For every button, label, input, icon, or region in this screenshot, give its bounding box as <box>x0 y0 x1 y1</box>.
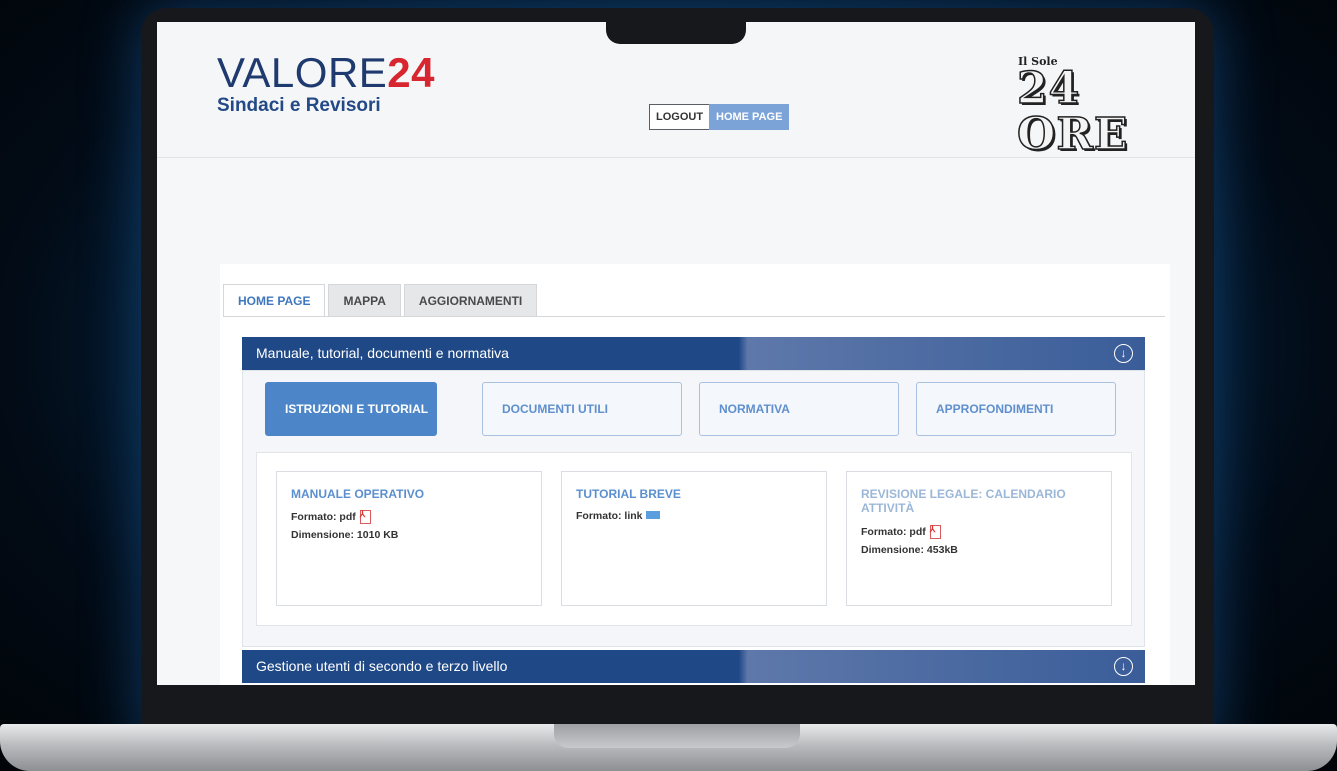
category-normativa[interactable]: NORMATIVA <box>699 382 899 436</box>
publisher-logo: 24 ORE <box>1016 63 1129 160</box>
link-icon <box>645 511 660 519</box>
tabs-divider <box>223 316 1165 317</box>
logo-subtitle: Sindaci e Revisori <box>217 95 381 116</box>
tab-mappa[interactable]: MAPPA <box>328 284 401 317</box>
category-approfondimenti[interactable]: APPROFONDIMENTI <box>916 382 1116 436</box>
document-size: Dimensione: 1010 KB <box>291 529 399 541</box>
tab-home-page[interactable]: HOME PAGE <box>223 284 326 317</box>
logo-text: VALORE <box>217 49 388 96</box>
document-card-tutorial[interactable]: TUTORIAL BREVE Formato: link <box>561 471 827 606</box>
document-format: Formato: link <box>576 510 660 522</box>
category-istruzioni-tutorial[interactable]: ISTRUZIONI E TUTORIAL <box>265 382 437 436</box>
chevron-down-circle-icon[interactable]: ↓ <box>1114 344 1133 363</box>
document-format: Formato: pdf <box>291 509 371 524</box>
main-tabs: HOME PAGE MAPPA AGGIORNAMENTI <box>223 284 540 318</box>
document-card-revisione[interactable]: REVISIONE LEGALE: CALENDARIO ATTIVITÀ Fo… <box>846 471 1112 606</box>
document-format: Formato: pdf <box>861 524 941 539</box>
laptop-base-groove <box>554 724 800 748</box>
section-title: Gestione utenti di secondo e terzo livel… <box>256 658 508 674</box>
chevron-down-circle-icon[interactable]: ↓ <box>1114 657 1133 676</box>
section-header-gestione-utenti[interactable]: Gestione utenti di secondo e terzo livel… <box>242 650 1145 683</box>
category-documenti-utili[interactable]: DOCUMENTI UTILI <box>482 382 682 436</box>
pdf-icon <box>359 509 371 524</box>
document-title[interactable]: REVISIONE LEGALE: CALENDARIO ATTIVITÀ <box>861 487 1091 515</box>
pdf-icon <box>929 524 941 539</box>
logout-button[interactable]: LOGOUT <box>649 104 711 130</box>
section-title: Manuale, tutorial, documenti e normativa <box>256 345 509 361</box>
section-header-manuale[interactable]: Manuale, tutorial, documenti e normativa… <box>242 337 1145 370</box>
home-page-button[interactable]: HOME PAGE <box>709 104 790 130</box>
document-card-manuale[interactable]: MANUALE OPERATIVO Formato: pdf Dimension… <box>276 471 542 606</box>
document-title[interactable]: MANUALE OPERATIVO <box>291 487 521 501</box>
logo-number: 24 <box>387 49 436 96</box>
site-logo[interactable]: VALORE24 <box>217 52 435 94</box>
document-title[interactable]: TUTORIAL BREVE <box>576 487 806 501</box>
document-size: Dimensione: 453kB <box>861 544 958 556</box>
laptop-camera-notch <box>606 8 746 44</box>
tab-aggiornamenti[interactable]: AGGIORNAMENTI <box>403 284 538 317</box>
